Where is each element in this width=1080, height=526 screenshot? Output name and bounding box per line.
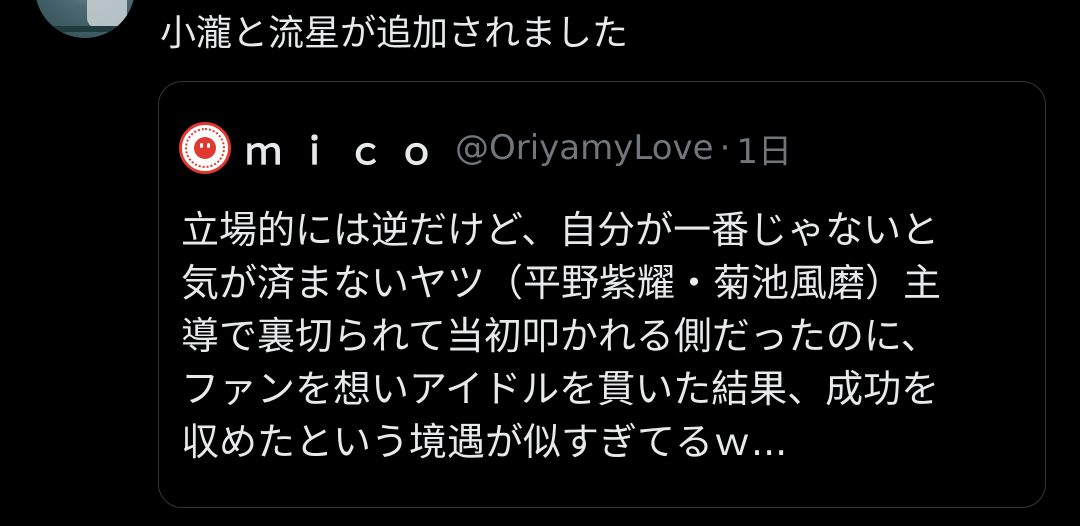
quote-line: 収めたという境遇が似すぎてるｗ... bbox=[181, 420, 788, 464]
quote-author-avatar[interactable] bbox=[179, 122, 231, 174]
quote-author-name[interactable]: ｍｉｃｏ bbox=[245, 121, 449, 175]
quote-header: ｍｉｃｏ @OriyamyLove · 1日 bbox=[179, 122, 792, 174]
quote-tweet-card[interactable]: ｍｉｃｏ @OriyamyLove · 1日 立場的には逆だけど、自分が一番じゃ… bbox=[158, 81, 1046, 508]
quote-body: 立場的には逆だけど、自分が一番じゃないと 気が済まないヤツ（平野紫耀・菊池風磨）… bbox=[181, 204, 1031, 469]
quote-line: 気が済まないヤツ（平野紫耀・菊池風磨）主 bbox=[181, 261, 942, 305]
quote-line: ファンを想いアイドルを貫いた結果、成功を bbox=[181, 367, 940, 411]
user-avatar[interactable] bbox=[35, 0, 135, 38]
avatar-rail bbox=[35, 26, 135, 32]
smiley-icon bbox=[194, 137, 216, 159]
avatar-figure bbox=[87, 0, 127, 28]
tweet-text: 小瀧と流星が追加されました bbox=[160, 13, 629, 54]
quote-timestamp[interactable]: 1日 bbox=[736, 124, 792, 173]
quote-line: 導で裏切られて当初叩かれる側だったのに、 bbox=[181, 314, 939, 358]
quote-author-handle[interactable]: @OriyamyLove bbox=[455, 128, 714, 168]
quote-line: 立場的には逆だけど、自分が一番じゃないと bbox=[181, 208, 940, 252]
header-separator: · bbox=[719, 128, 731, 168]
